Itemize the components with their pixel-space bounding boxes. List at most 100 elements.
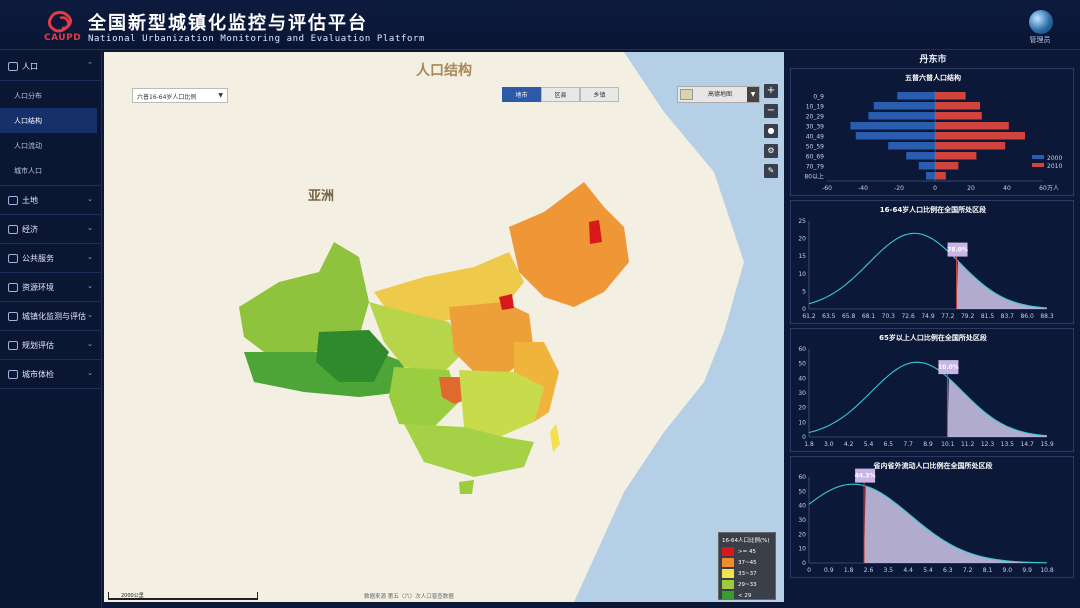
map-view[interactable]: 人口结构 六普16-64岁人口比例 ▼ 地市 区县 乡镇 高德地图 ▼ + − ● ⚙ … bbox=[104, 52, 784, 602]
dist-y-tick: 50 bbox=[798, 488, 806, 495]
legend-title: 16-64人口比例(%) bbox=[722, 538, 770, 544]
legend-label: >= 45 bbox=[738, 548, 756, 555]
user-globe-icon[interactable] bbox=[1029, 10, 1053, 34]
pyramid-bar-2010 bbox=[935, 122, 1009, 130]
sidebar-subitem[interactable]: 人口分布 bbox=[0, 83, 101, 108]
dist-y-tick: 30 bbox=[798, 390, 806, 397]
logo-text: CAUPD bbox=[44, 33, 82, 43]
tab-level[interactable]: 乡镇 bbox=[580, 87, 619, 102]
dist-curve bbox=[808, 232, 1048, 309]
legend-swatch bbox=[722, 558, 734, 567]
pyramid-bar-2000 bbox=[850, 122, 935, 130]
pyramid-bar-2000 bbox=[873, 102, 935, 110]
sidebar-item-icon bbox=[8, 224, 18, 234]
dist-x-tick: 3.0 bbox=[824, 441, 834, 448]
legend-item: 33~37 bbox=[722, 568, 772, 579]
sidebar-subitem[interactable]: 城市人口 bbox=[0, 158, 101, 183]
pyramid-bar-2010 bbox=[935, 112, 982, 120]
dist-chart-3: 0 10 20 30 40 50 60 0 0.9 1.8 2.6 3.5 4.4 5.4 6.3 7.2 8.… bbox=[798, 468, 1054, 574]
pyramid-x-tick: 20 bbox=[967, 185, 975, 192]
pyramid-card: 五普六普人口结构 0_9 10_19 20_29 30_39 40_49 50_59 60_… bbox=[790, 68, 1074, 196]
dist-x-tick: 4.2 bbox=[844, 441, 854, 448]
pyramid-x-tick: 60 bbox=[1039, 185, 1047, 192]
dist-y-tick: 25 bbox=[798, 218, 806, 225]
sidebar-item-icon bbox=[8, 282, 18, 292]
level-tabs: 地市 区县 乡镇 bbox=[502, 87, 619, 102]
data-credit: 数据来源 第五（六）次人口普查数据 bbox=[364, 594, 454, 600]
dist-chart-2: 0 10 20 30 40 50 60 1.8 3.0 4.2 5.4 6.5 7.7 8.9 10.1 11… bbox=[798, 346, 1054, 448]
tab-level[interactable]: 地市 bbox=[502, 87, 541, 102]
dist-shaded-area bbox=[947, 378, 1047, 437]
chevron-down-icon: ⌄ bbox=[87, 224, 93, 232]
sidebar-item-2[interactable]: 经济 ⌄ bbox=[0, 215, 101, 244]
sidebar-item-3[interactable]: 公共服务 ⌄ bbox=[0, 244, 101, 273]
sidebar-item-1[interactable]: 土地 ⌄ bbox=[0, 186, 101, 215]
chevron-down-icon: ⌄ bbox=[87, 195, 93, 203]
dist-y-tick: 10 bbox=[798, 546, 806, 553]
header: CAUPD 全国新型城镇化监控与评估平台 National Urbanizati… bbox=[0, 0, 1080, 50]
pyramid-legend-label: 2000 bbox=[1047, 155, 1062, 162]
map-legend: 16-64人口比例(%) >= 45 37~45 33~37 29~33 < 29 bbox=[718, 532, 776, 600]
sidebar-subitem[interactable]: 人口流动 bbox=[0, 133, 101, 158]
sidebar-item-label: 资源环境 bbox=[22, 282, 54, 292]
sidebar-subitem[interactable]: 人口结构 bbox=[0, 108, 97, 133]
sidebar-item-label: 城市体检 bbox=[22, 369, 54, 379]
sidebar-item-icon bbox=[8, 369, 18, 379]
pyramid-chart: 0_9 10_19 20_29 30_39 40_49 50_59 60_69 70_79 80… bbox=[804, 91, 1062, 192]
globe-view-icon[interactable]: ● bbox=[764, 124, 778, 138]
map-canvas[interactable] bbox=[104, 52, 784, 602]
pyramid-bar-2010 bbox=[935, 172, 946, 180]
age-group-label: 70_79 bbox=[806, 164, 824, 171]
dist-y-tick: 0 bbox=[802, 434, 806, 441]
sidebar-item-6[interactable]: 规划评估 ⌄ bbox=[0, 331, 101, 360]
dist-x-tick: 7.7 bbox=[903, 441, 913, 448]
dist-x-tick: 5.4 bbox=[923, 567, 933, 574]
sidebar-item-icon bbox=[8, 311, 18, 321]
pyramid-bar-2000 bbox=[868, 112, 935, 120]
legend-swatch bbox=[722, 580, 734, 589]
basemap-select[interactable]: 高德地图 ▼ bbox=[677, 86, 760, 103]
zoom-in-icon[interactable]: + bbox=[764, 84, 778, 98]
tab-level[interactable]: 区县 bbox=[541, 87, 580, 102]
dist-y-tick: 0 bbox=[802, 560, 806, 567]
pyramid-bar-2010 bbox=[935, 92, 966, 100]
pyramid-x-tick: -40 bbox=[858, 185, 868, 192]
dist-x-tick: 74.9 bbox=[921, 313, 935, 320]
dist-x-tick: 15.9 bbox=[1040, 441, 1054, 448]
dist-y-tick: 40 bbox=[798, 375, 806, 382]
basemap-thumbnail-icon bbox=[680, 89, 693, 100]
scale-bar: 2000公里 bbox=[108, 592, 258, 600]
indicator-select[interactable]: 六普16-64岁人口比例 ▼ bbox=[132, 88, 228, 103]
basemap-dropdown-icon[interactable]: ▼ bbox=[747, 87, 759, 102]
sidebar-item-5[interactable]: 城镇化监测与评估 ⌄ bbox=[0, 302, 101, 331]
chevron-down-icon: ⌄ bbox=[87, 253, 93, 261]
sidebar-item-4[interactable]: 资源环境 ⌄ bbox=[0, 273, 101, 302]
pyramid-unit: 万人 bbox=[1047, 185, 1059, 192]
dist-card-1: 16-64岁人口比例在全国所处区段 0 5 10 15 20 25 61.2 63.5 65.8… bbox=[790, 200, 1074, 324]
dist-x-tick: 3.5 bbox=[884, 567, 894, 574]
dist-x-tick: 10.8 bbox=[1040, 567, 1054, 574]
dist-x-tick: 9.9 bbox=[1022, 567, 1032, 574]
settings-icon[interactable]: ⚙ bbox=[764, 144, 778, 158]
admin-label[interactable]: 管理员 bbox=[1027, 35, 1053, 45]
chevron-down-icon: ⌄ bbox=[87, 282, 93, 290]
app: CAUPD 全国新型城镇化监控与评估平台 National Urbanizati… bbox=[0, 0, 1080, 608]
dist-card-2: 65岁以上人口比例在全国所处区段 0 10 20 30 40 50 60 1.8 3.0 4.2 5… bbox=[790, 328, 1074, 452]
sidebar-item-label: 城镇化监测与评估 bbox=[22, 311, 86, 321]
chevron-down-icon: ⌄ bbox=[87, 311, 93, 319]
dist-x-tick: 8.1 bbox=[983, 567, 993, 574]
dist-x-tick: 0.9 bbox=[824, 567, 834, 574]
dist-x-tick: 70.3 bbox=[882, 313, 896, 320]
legend-item: < 29 bbox=[722, 590, 772, 601]
legend-label: 29~33 bbox=[738, 581, 757, 588]
sidebar-item-label: 规划评估 bbox=[22, 340, 54, 350]
zoom-out-icon[interactable]: − bbox=[764, 104, 778, 118]
dist-x-tick: 4.4 bbox=[903, 567, 913, 574]
legend-item: 29~33 bbox=[722, 579, 772, 590]
continent-label: 亚洲 bbox=[308, 189, 335, 204]
sidebar-item-0[interactable]: 人口 ⌃ bbox=[0, 52, 101, 81]
sidebar-item-7[interactable]: 城市体检 ⌄ bbox=[0, 360, 101, 389]
pyramid-bar-2000 bbox=[888, 142, 935, 150]
eraser-icon[interactable]: ✎ bbox=[764, 164, 778, 178]
dist-card-3: 省内省外流动人口比例在全国所处区段 0 10 20 30 40 50 60 0 0.9 1.8 2.… bbox=[790, 456, 1074, 578]
